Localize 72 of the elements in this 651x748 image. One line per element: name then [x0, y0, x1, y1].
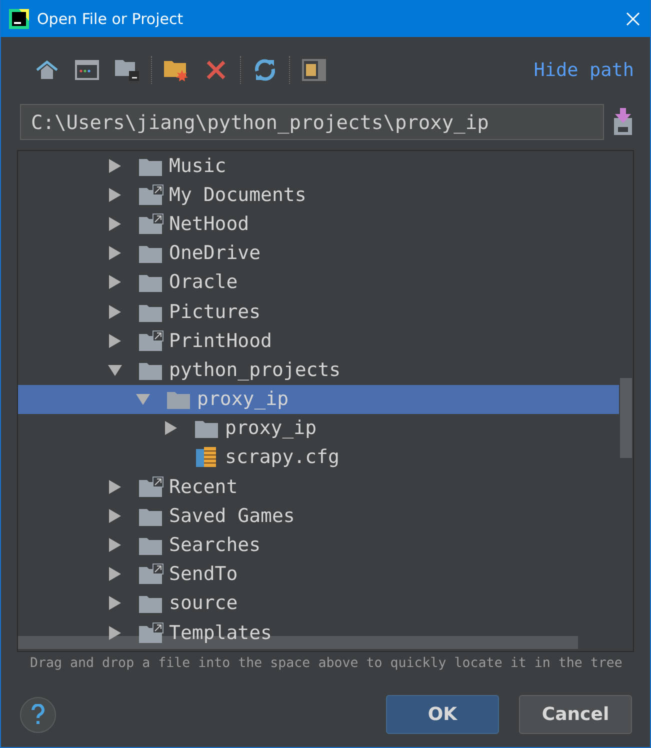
window-title: Open File or Project: [37, 10, 184, 28]
file-name: scrapy.cfg: [225, 446, 340, 468]
tree-row[interactable]: source: [18, 588, 619, 618]
file-name: proxy_ip: [225, 417, 317, 440]
tree-row[interactable]: Recent: [18, 472, 619, 502]
folder-shortcut-icon: [138, 184, 164, 206]
folder-shortcut-icon: [138, 622, 164, 644]
expand-arrow-icon[interactable]: [108, 275, 122, 290]
file-name: OneDrive: [169, 242, 261, 264]
file-name: Music: [169, 154, 226, 177]
file-name: SendTo: [169, 563, 238, 586]
new-folder-icon: [163, 58, 189, 82]
tree-row[interactable]: Searches: [18, 530, 619, 560]
file-name: Searches: [169, 534, 261, 556]
cancel-button[interactable]: Cancel: [519, 695, 632, 734]
help-button[interactable]: [20, 696, 56, 732]
expand-arrow-icon[interactable]: [108, 334, 122, 348]
expand-arrow-icon[interactable]: [108, 216, 122, 231]
tree-row[interactable]: PrintHood: [18, 326, 619, 356]
tree-row[interactable]: SendTo: [18, 560, 619, 589]
home-icon: [36, 60, 58, 80]
delete-icon: [206, 60, 226, 80]
file-name: PrintHood: [169, 330, 272, 352]
file-name: Saved Games: [169, 504, 295, 527]
file-name: Pictures: [169, 300, 261, 323]
collapse-arrow-icon[interactable]: [108, 362, 122, 377]
question-mark-icon: [31, 704, 45, 726]
folder-shortcut-icon: [138, 330, 164, 352]
expand-arrow-icon[interactable]: [108, 304, 122, 319]
tree-row[interactable]: proxy_ip: [18, 414, 619, 443]
expand-arrow-icon[interactable]: [108, 567, 122, 582]
folder-shortcut-icon: [138, 563, 164, 586]
tree-row[interactable]: Saved Games: [18, 501, 619, 530]
file-name: Templates: [169, 622, 272, 644]
download-icon[interactable]: [612, 108, 634, 136]
folder-shortcut-icon: [138, 476, 164, 498]
expand-arrow-icon[interactable]: [108, 626, 122, 640]
expand-arrow-icon[interactable]: [108, 158, 122, 173]
folder-shortcut-icon: [138, 212, 164, 235]
file-name: python_projects: [169, 358, 341, 381]
expand-arrow-icon[interactable]: [108, 538, 122, 552]
file-name: NetHood: [169, 212, 250, 235]
file-name: Oracle: [169, 271, 238, 294]
expand-arrow-icon[interactable]: [108, 596, 122, 610]
tree-row[interactable]: Music: [18, 151, 619, 180]
tree-row[interactable]: NetHood: [18, 209, 619, 239]
expand-arrow-icon[interactable]: [108, 508, 122, 523]
hidden-files-icon: [301, 58, 327, 82]
file-name: Recent: [169, 476, 238, 498]
ok-button[interactable]: OK: [386, 695, 499, 734]
expand-arrow-icon[interactable]: [164, 421, 178, 436]
folder-icon: [114, 58, 140, 82]
app-icon: [9, 8, 29, 28]
expand-arrow-icon[interactable]: [108, 480, 122, 494]
hide-path-link[interactable]: Hide path: [534, 60, 634, 80]
file-name: source: [169, 592, 238, 614]
hint-text: Drag and drop a file into the space above to quickly locate it in the tree: [29, 655, 624, 671]
tree-row[interactable]: Oracle: [18, 268, 619, 297]
tree-row[interactable]: python_projects: [18, 355, 619, 384]
file-name: proxy_ip: [197, 388, 289, 410]
refresh-icon: [253, 58, 277, 82]
tree-row[interactable]: scrapy.cfg: [18, 442, 619, 472]
tree-row[interactable]: My Documents: [18, 180, 619, 210]
close-icon[interactable]: [626, 12, 640, 26]
tree-row[interactable]: OneDrive: [18, 238, 619, 268]
expand-arrow-icon[interactable]: [108, 188, 122, 202]
window-icon: [75, 60, 99, 80]
vertical-scrollbar[interactable]: [620, 378, 632, 458]
tree-row[interactable]: Pictures: [18, 296, 619, 326]
file-name: My Documents: [169, 184, 306, 206]
expand-arrow-icon[interactable]: [108, 246, 122, 260]
path-field[interactable]: C:\Users\jiang\python_projects\proxy_ip: [20, 104, 604, 140]
